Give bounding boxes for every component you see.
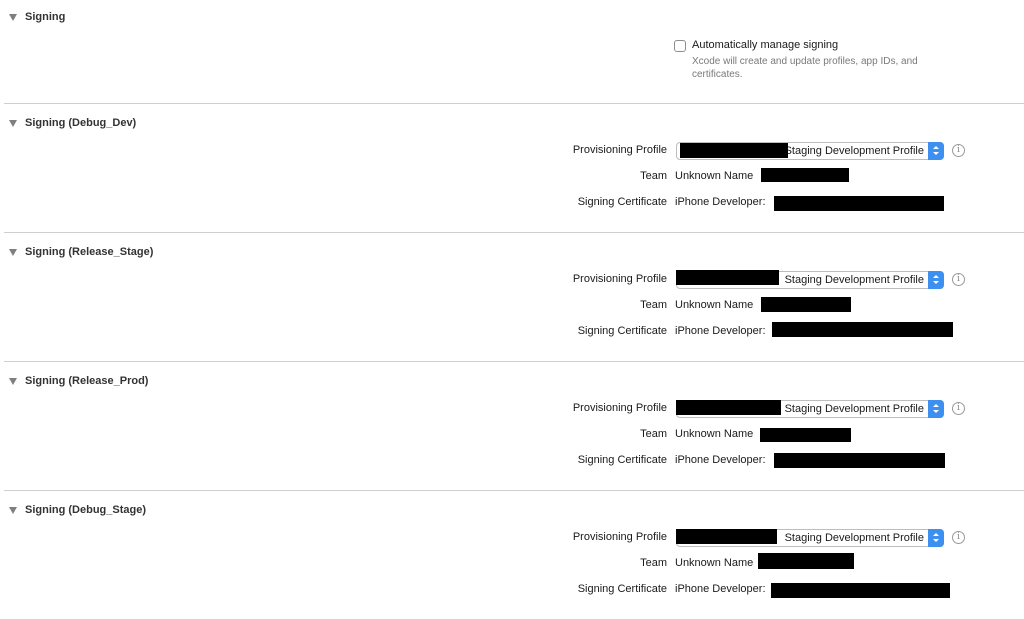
team-value: Unknown Name [675,557,754,569]
auto-manage-signing-label[interactable]: Automatically manage signing [692,39,838,51]
team-value: Unknown Name [675,299,754,311]
section-divider [4,490,1024,491]
team-label: Team [640,170,667,182]
team-value: Unknown Name [675,170,754,182]
signing-settings-page: Signing Automatically manage signing Xco… [0,0,1024,619]
provisioning-profile-value: Staging Development Profile [784,145,924,157]
team-label: Team [640,428,667,440]
provisioning-profile-label: Provisioning Profile [572,402,667,414]
team-label: Team [640,557,667,569]
provisioning-profile-value: Staging Development Profile [784,274,924,286]
redaction-bar [772,322,953,337]
redaction-bar [676,270,779,285]
info-icon[interactable]: i [952,531,965,544]
team-label: Team [640,299,667,311]
provisioning-profile-row: Provisioning Profile Staging Development… [0,528,1024,548]
disclosure-triangle-icon[interactable] [8,243,18,261]
disclosure-triangle-icon[interactable] [8,8,18,26]
signing-certificate-row: Signing Certificate iPhone Developer: [0,580,1024,600]
signing-certificate-label: Signing Certificate [577,325,667,337]
signing-certificate-row: Signing Certificate iPhone Developer: [0,322,1024,342]
section-title: Signing (Release_Prod) [25,375,149,387]
redaction-bar [774,453,945,468]
signing-debug-dev-header[interactable]: Signing (Debug_Dev) [8,114,136,132]
provisioning-profile-value: Staging Development Profile [784,532,924,544]
section-divider [4,361,1024,362]
signing-section-header[interactable]: Signing [8,8,65,26]
section-title: Signing (Debug_Stage) [25,504,146,516]
disclosure-triangle-icon[interactable] [8,372,18,390]
team-row: Team Unknown Name [0,296,1024,316]
auto-manage-signing-checkbox[interactable] [674,40,686,52]
redaction-bar [676,529,777,544]
redaction-bar [774,196,944,211]
section-title: Signing [25,11,66,23]
signing-certificate-label: Signing Certificate [577,454,667,466]
signing-certificate-row: Signing Certificate iPhone Developer: [0,451,1024,471]
popup-arrows-icon [928,400,944,418]
signing-certificate-value: iPhone Developer: [675,325,766,337]
provisioning-profile-row: Provisioning Profile Staging Development… [0,141,1024,161]
disclosure-triangle-icon[interactable] [8,114,18,132]
redaction-bar [760,428,851,442]
provisioning-profile-row: Provisioning Profile Staging Development… [0,399,1024,419]
team-value: Unknown Name [675,428,754,440]
provisioning-profile-label: Provisioning Profile [572,531,667,543]
team-row: Team Unknown Name [0,167,1024,187]
section-divider [4,232,1024,233]
popup-arrows-icon [928,529,944,547]
signing-certificate-value: iPhone Developer: [675,196,766,208]
redaction-bar [680,143,788,158]
disclosure-triangle-icon[interactable] [8,501,18,519]
signing-certificate-label: Signing Certificate [577,583,667,595]
redaction-bar [761,168,849,182]
team-row: Team Unknown Name [0,425,1024,445]
signing-release-stage-header[interactable]: Signing (Release_Stage) [8,243,153,261]
signing-certificate-value: iPhone Developer: [675,454,766,466]
redaction-bar [676,400,781,415]
signing-debug-stage-header[interactable]: Signing (Debug_Stage) [8,501,146,519]
signing-release-prod-header[interactable]: Signing (Release_Prod) [8,372,148,390]
team-row: Team Unknown Name [0,553,1024,574]
signing-certificate-label: Signing Certificate [577,196,667,208]
section-title: Signing (Release_Stage) [25,246,154,258]
info-icon[interactable]: i [952,402,965,415]
auto-manage-signing-description: Xcode will create and update profiles, a… [692,56,918,80]
section-divider [4,103,1024,104]
signing-certificate-row: Signing Certificate iPhone Developer: [0,193,1024,213]
provisioning-profile-label: Provisioning Profile [572,144,667,156]
provisioning-profile-value: Staging Development Profile [784,403,924,415]
popup-arrows-icon [928,142,944,160]
info-icon[interactable]: i [952,273,965,286]
redaction-bar [758,553,854,569]
provisioning-profile-label: Provisioning Profile [572,273,667,285]
signing-certificate-value: iPhone Developer: [675,583,766,595]
popup-arrows-icon [928,271,944,289]
redaction-bar [771,583,950,598]
section-title: Signing (Debug_Dev) [25,117,137,129]
info-icon[interactable]: i [952,144,965,157]
redaction-bar [761,297,851,312]
provisioning-profile-row: Provisioning Profile Staging Development… [0,270,1024,290]
